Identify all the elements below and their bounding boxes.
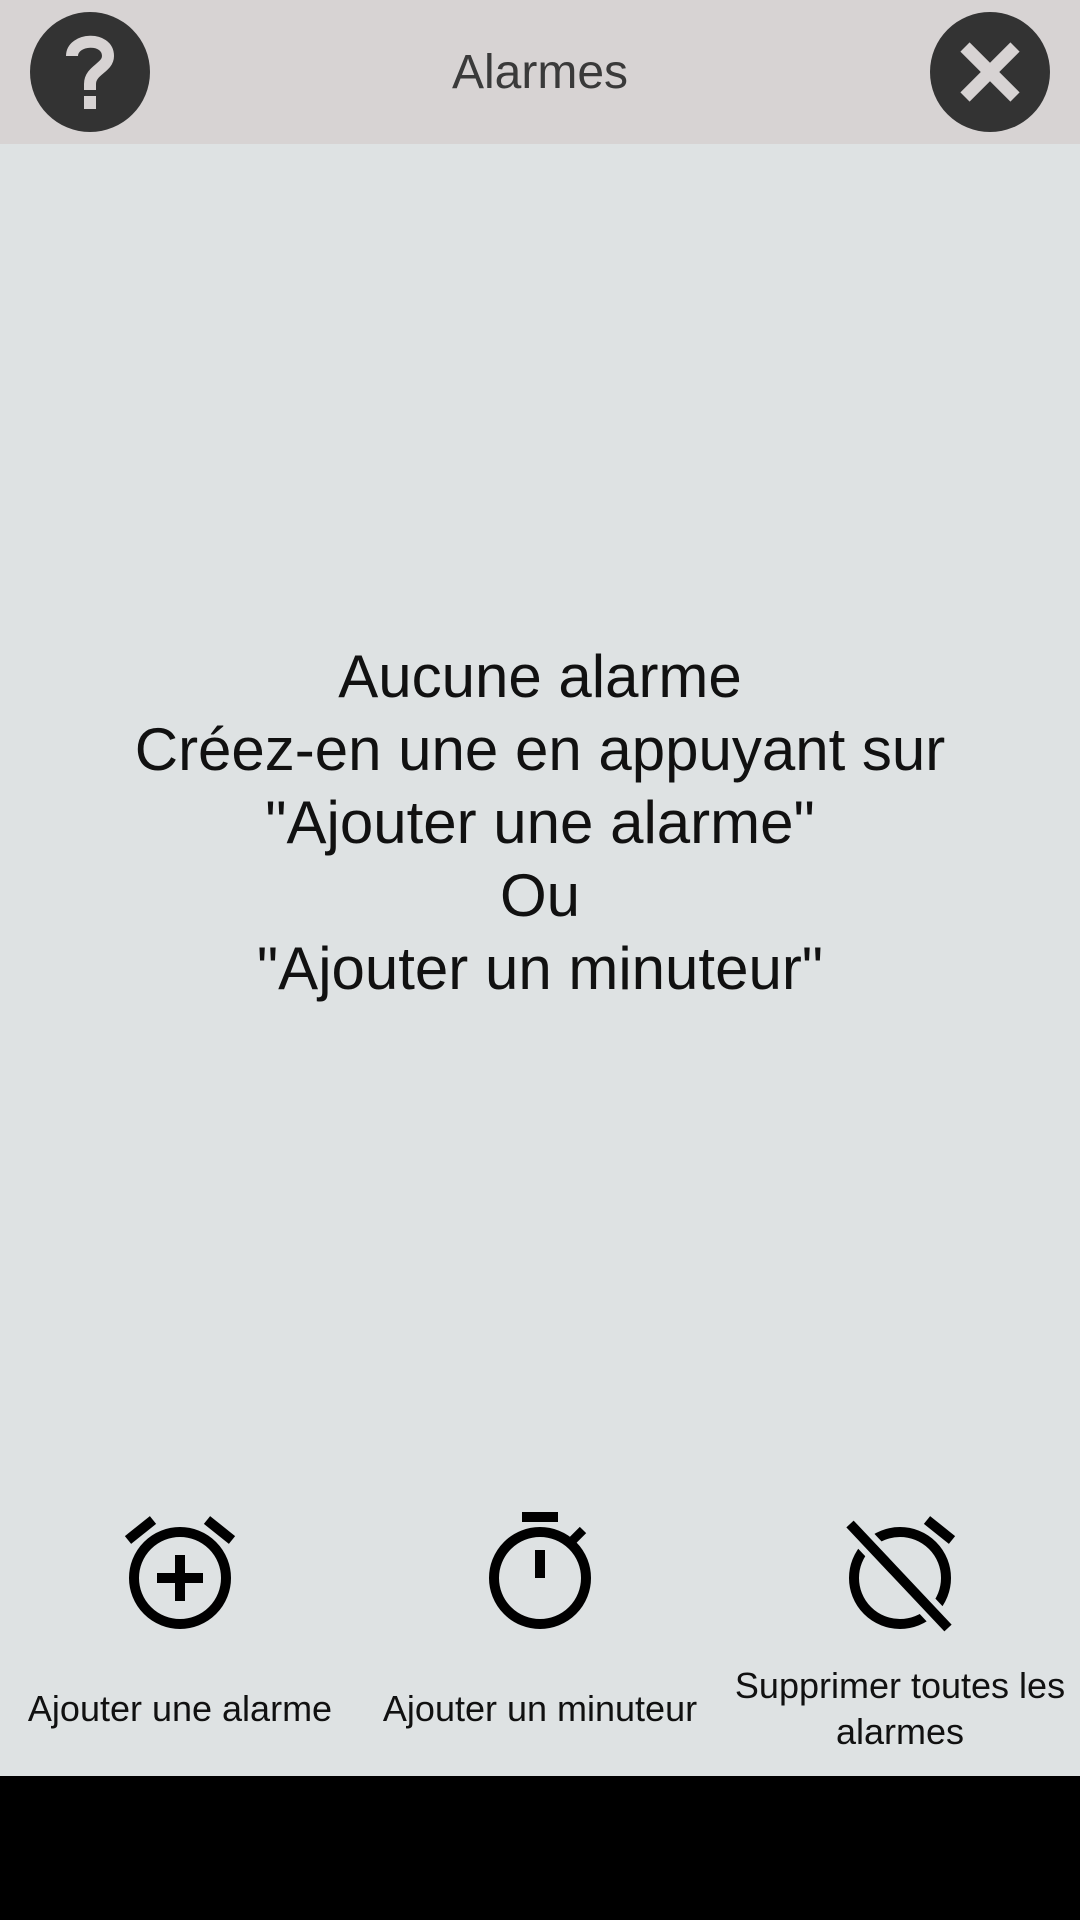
help-question-icon xyxy=(66,35,115,109)
system-nav-bar xyxy=(0,1776,1080,1920)
add-alarm-button[interactable]: Ajouter une alarme xyxy=(0,1500,360,1760)
header-bar: Alarmes xyxy=(0,0,1080,144)
close-button[interactable] xyxy=(930,12,1050,132)
empty-state-hint: Créez-en une en appuyant sur xyxy=(134,716,946,783)
empty-state-add-alarm-hint: "Ajouter une alarme" xyxy=(265,789,815,856)
delete-all-alarms-label-line2: alarmes xyxy=(835,1711,965,1752)
add-timer-button[interactable]: Ajouter un minuteur xyxy=(360,1500,720,1760)
add-timer-label: Ajouter un minuteur xyxy=(382,1688,698,1729)
timer-icon xyxy=(489,1512,591,1629)
delete-all-alarms-label-line1: Supprimer toutes les xyxy=(734,1665,1066,1706)
help-button[interactable] xyxy=(30,12,150,132)
alarms-screen: Alarmes Aucune alarme Créez-en une en ap… xyxy=(0,0,1080,1776)
page-title: Alarmes xyxy=(451,46,629,99)
empty-state-message: Aucune alarme Créez-en une en appuyant s… xyxy=(0,640,1080,1005)
alarm-add-icon xyxy=(124,1516,236,1629)
delete-all-alarms-button[interactable]: Supprimer toutes les alarmes xyxy=(720,1500,1080,1760)
empty-state-title: Aucune alarme xyxy=(338,643,742,710)
empty-state-add-timer-hint: "Ajouter un minuteur" xyxy=(256,935,824,1002)
add-alarm-label: Ajouter une alarme xyxy=(27,1688,333,1729)
alarm-off-icon xyxy=(841,1516,957,1632)
delete-all-alarms-label: Supprimer toutes les alarmes xyxy=(720,1663,1080,1755)
close-x-icon xyxy=(960,42,1020,102)
empty-state-or: Ou xyxy=(499,862,581,929)
